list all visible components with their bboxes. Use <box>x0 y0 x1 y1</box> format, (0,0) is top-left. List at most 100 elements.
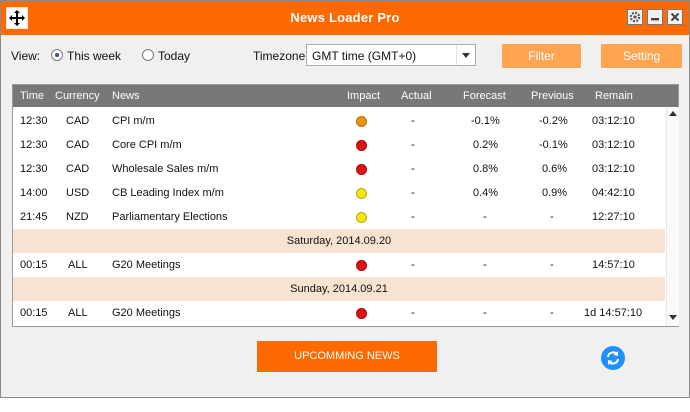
date-label: Saturday, 2014.09.20 <box>286 235 392 247</box>
cell-remain: 14:57:10 <box>592 259 635 271</box>
cell-previous: 0.9% <box>542 187 568 199</box>
cell-remain: 03:12:10 <box>592 163 635 175</box>
cell-actual: - <box>411 139 415 151</box>
cell-remain: 04:42:10 <box>592 187 635 199</box>
window-title: News Loader Pro <box>290 10 400 25</box>
cell-remain: 12:27:10 <box>592 211 635 223</box>
close-icon[interactable] <box>667 9 683 25</box>
cell-currency: NZD <box>66 211 89 223</box>
table-row[interactable]: 14:00 USD CB Leading Index m/m - 0.4% 0.… <box>13 181 665 205</box>
radio-this-week-label[interactable]: This week <box>67 49 121 63</box>
cell-time: 12:30 <box>20 115 48 127</box>
timezone-select[interactable]: GMT time (GMT+0) <box>306 44 476 66</box>
cell-currency: ALL <box>68 307 88 319</box>
view-label: View: <box>11 49 41 63</box>
header-currency[interactable]: Currency <box>55 90 100 102</box>
cell-news: CPI m/m <box>112 115 155 127</box>
impact-yellow-icon <box>356 188 367 199</box>
cell-currency: CAD <box>66 139 90 151</box>
cell-forecast: 0.8% <box>473 163 499 175</box>
impact-red-icon <box>356 260 367 271</box>
setting-button[interactable]: Setting <box>601 44 682 68</box>
cell-forecast: 0.2% <box>473 139 499 151</box>
radio-today[interactable] <box>142 49 154 61</box>
cell-news: Wholesale Sales m/m <box>112 163 219 175</box>
cell-time: 12:30 <box>20 163 48 175</box>
cell-previous: - <box>550 307 554 319</box>
cell-actual: - <box>411 115 415 127</box>
news-table: Time Currency News Impact Actual Forecas… <box>12 84 679 327</box>
cell-forecast: - <box>483 259 487 271</box>
cell-currency: CAD <box>66 115 90 127</box>
scroll-up-icon[interactable] <box>669 111 677 116</box>
table-header: Time Currency News Impact Actual Forecas… <box>13 85 678 107</box>
cell-forecast: 0.4% <box>473 187 499 199</box>
cell-previous: - <box>550 259 554 271</box>
impact-red-icon <box>356 140 367 151</box>
cell-news: Parliamentary Elections <box>112 211 228 223</box>
header-news[interactable]: News <box>112 90 140 102</box>
cell-forecast: - <box>483 307 487 319</box>
date-label: Sunday, 2014.09.21 <box>290 283 388 295</box>
cell-actual: - <box>411 211 415 223</box>
filter-button[interactable]: Filter <box>502 44 581 68</box>
impact-orange-icon <box>356 116 367 127</box>
cell-actual: - <box>411 163 415 175</box>
cell-previous: 0.6% <box>542 163 568 175</box>
cell-news: Core CPI m/m <box>112 139 182 151</box>
cell-previous: -0.1% <box>539 139 568 151</box>
header-actual[interactable]: Actual <box>401 90 432 102</box>
chevron-down-icon[interactable] <box>456 45 475 65</box>
cell-time: 00:15 <box>20 307 48 319</box>
upcoming-news-button[interactable]: UPCOMMING NEWS <box>257 341 437 372</box>
cell-actual: - <box>411 259 415 271</box>
cell-forecast: - <box>483 211 487 223</box>
cell-previous: -0.2% <box>539 115 568 127</box>
cell-remain: 1d 14:57:10 <box>584 307 643 319</box>
cell-time: 21:45 <box>20 211 48 223</box>
app-window: News Loader Pro View: This week Today Ti… <box>0 0 690 398</box>
header-time[interactable]: Time <box>20 90 44 102</box>
table-row[interactable]: 00:15 ALL G20 Meetings - - - 14:57:10 <box>13 253 665 277</box>
timezone-label: Timezone: <box>253 49 309 63</box>
table-body[interactable]: 12:30 CAD CPI m/m - -0.1% -0.2% 03:12:10… <box>13 107 665 326</box>
table-row[interactable]: 12:30 CAD CPI m/m - -0.1% -0.2% 03:12:10 <box>13 109 665 133</box>
cell-news: CB Leading Index m/m <box>112 187 224 199</box>
cell-remain: 03:12:10 <box>592 115 635 127</box>
header-impact[interactable]: Impact <box>347 90 380 102</box>
header-previous[interactable]: Previous <box>531 90 574 102</box>
timezone-value: GMT time (GMT+0) <box>312 49 417 63</box>
toolbar: View: This week Today Timezone: GMT time… <box>1 35 689 83</box>
impact-red-icon <box>356 308 367 319</box>
minimize-icon[interactable] <box>647 9 663 25</box>
cell-currency: CAD <box>66 163 90 175</box>
radio-today-label[interactable]: Today <box>158 49 190 63</box>
impact-red-icon <box>356 164 367 175</box>
cell-currency: ALL <box>68 259 88 271</box>
cell-time: 00:15 <box>20 259 48 271</box>
cell-news: G20 Meetings <box>112 307 181 319</box>
scroll-down-icon[interactable] <box>669 315 677 320</box>
header-forecast[interactable]: Forecast <box>463 90 506 102</box>
date-row: Sunday, 2014.09.21 <box>13 277 665 301</box>
cell-time: 14:00 <box>20 187 48 199</box>
refresh-icon[interactable] <box>601 346 625 370</box>
cell-actual: - <box>411 307 415 319</box>
table-row[interactable]: 12:30 CAD Core CPI m/m - 0.2% -0.1% 03:1… <box>13 133 665 157</box>
gear-icon[interactable] <box>627 9 643 25</box>
vertical-scrollbar[interactable] <box>666 107 679 326</box>
cell-actual: - <box>411 187 415 199</box>
cell-time: 12:30 <box>20 139 48 151</box>
table-row[interactable]: 00:15 ALL G20 Meetings - - - 1d 14:57:10 <box>13 301 665 325</box>
header-remain[interactable]: Remain <box>595 90 633 102</box>
cell-forecast: -0.1% <box>471 115 500 127</box>
cell-currency: USD <box>66 187 90 199</box>
title-bar[interactable]: News Loader Pro <box>1 1 689 35</box>
table-row[interactable]: 12:30 CAD Wholesale Sales m/m - 0.8% 0.6… <box>13 157 665 181</box>
radio-this-week[interactable] <box>51 49 63 61</box>
cell-previous: - <box>550 211 554 223</box>
table-row[interactable]: 21:45 NZD Parliamentary Elections - - - … <box>13 205 665 229</box>
cell-remain: 03:12:10 <box>592 139 635 151</box>
date-row: Saturday, 2014.09.20 <box>13 229 665 253</box>
cell-news: G20 Meetings <box>112 259 181 271</box>
